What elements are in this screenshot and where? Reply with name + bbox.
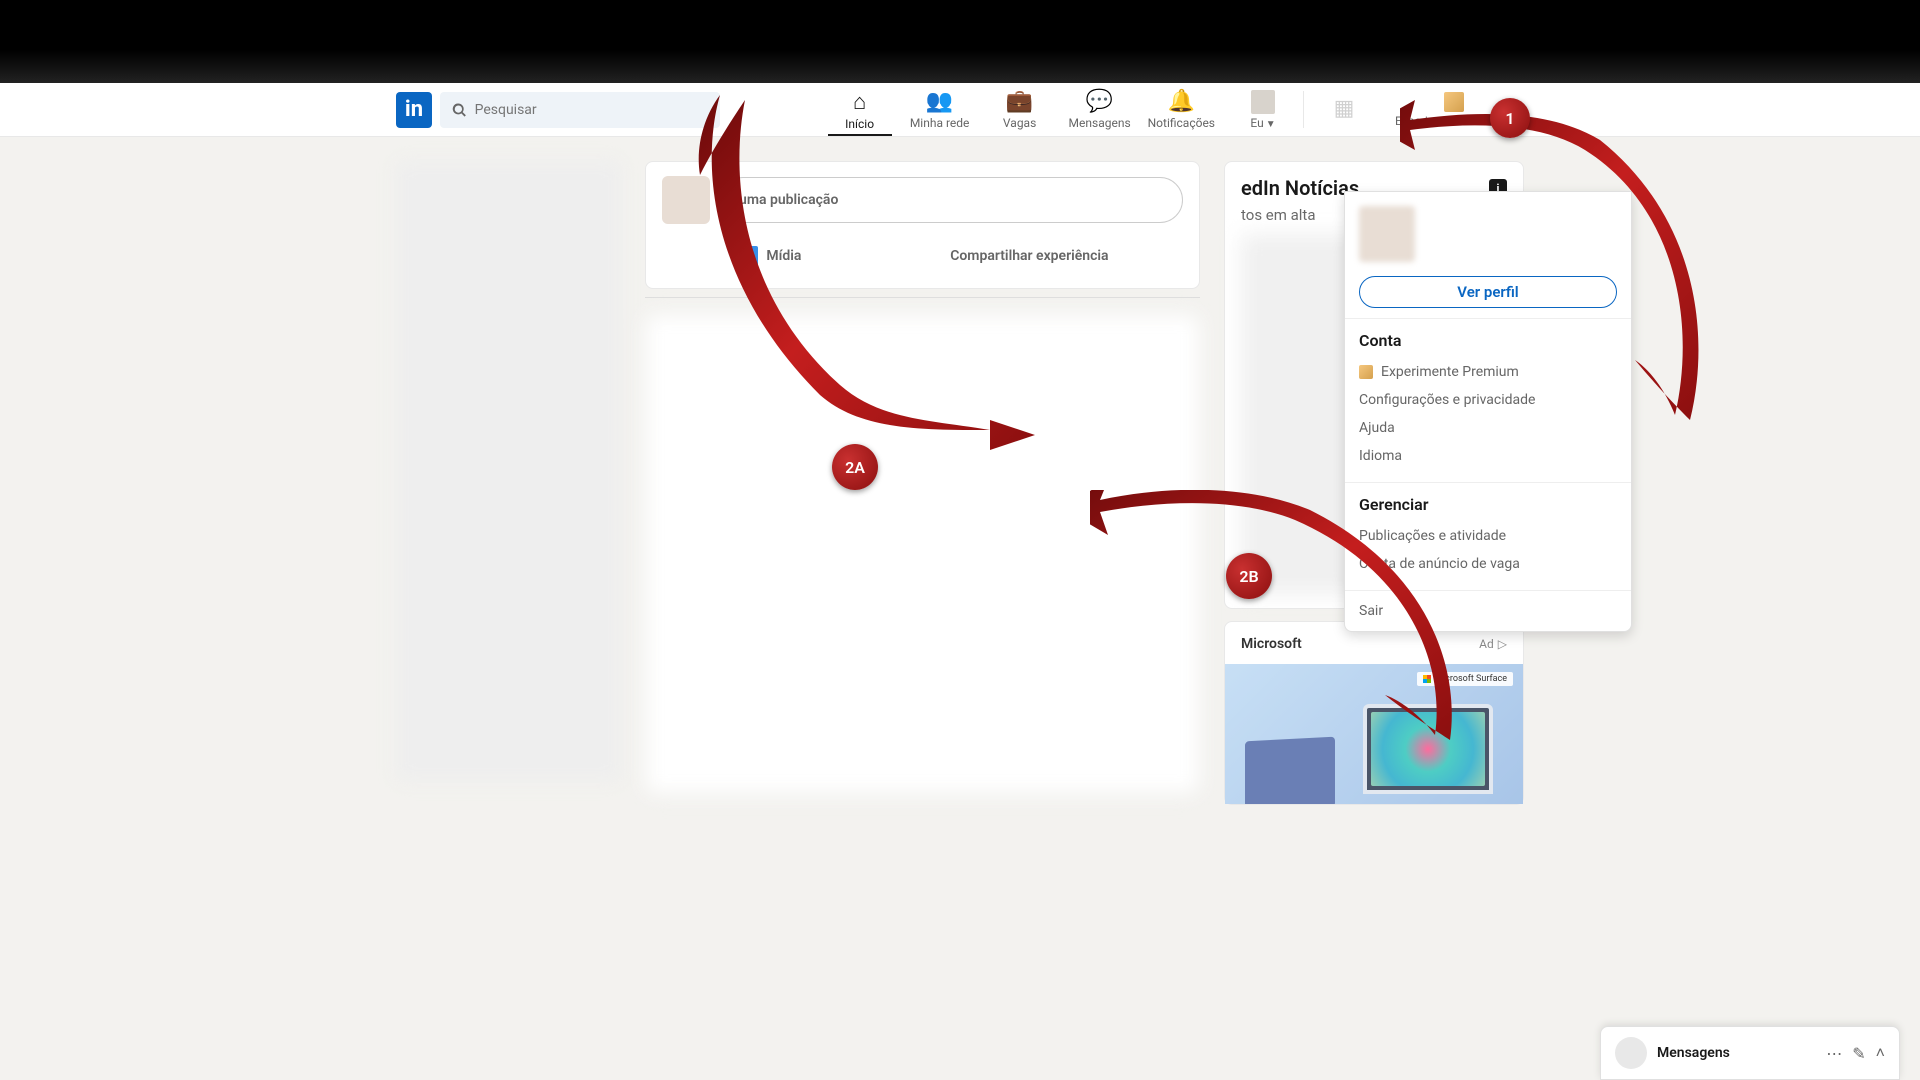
grid-icon: ▦ [1334, 96, 1355, 121]
nav-me-label: Eu▼ [1250, 116, 1275, 130]
ad-header: Microsoft Ad ▷ [1241, 636, 1507, 652]
left-sidebar [396, 161, 621, 781]
annotation-step-2b: 2B [1226, 553, 1272, 599]
dropdown-posts-activity-link[interactable]: Publicações e atividade [1359, 522, 1617, 550]
page-wrapper: in ⌂ Início 👥 Minha rede 💼 Vagas [0, 83, 1920, 1080]
dropdown-avatar[interactable] [1359, 206, 1415, 262]
nav-messaging-label: Mensagens [1069, 116, 1131, 130]
dropdown-manage-title: Gerenciar [1359, 495, 1617, 514]
messaging-overlay[interactable]: Mensagens ⋯ ✎ ˄ [1600, 1026, 1900, 1080]
more-icon[interactable]: ⋯ [1826, 1044, 1842, 1063]
microsoft-logo-icon [1423, 675, 1431, 683]
me-dropdown: Ver perfil Conta Experimente Premium Con… [1344, 191, 1632, 632]
ad-label: Ad ▷ [1479, 637, 1507, 651]
ad-device-left [1245, 737, 1335, 804]
compose-card: uma publicação Mídia Compartilhar experi… [645, 161, 1200, 289]
messaging-title: Mensagens [1657, 1045, 1816, 1061]
compose-media-label: Mídia [766, 248, 801, 264]
linkedin-logo[interactable]: in [396, 92, 432, 128]
compose-actions: Mídia Compartilhar experiência [662, 238, 1183, 274]
compose-share-label: Compartilhar experiência [950, 248, 1108, 264]
ad-device-right [1363, 704, 1493, 794]
messaging-avatar [1615, 1037, 1647, 1069]
image-icon [736, 246, 758, 266]
ad-card[interactable]: Microsoft Ad ▷ Microsoft Surface [1224, 621, 1524, 805]
view-profile-button[interactable]: Ver perfil [1359, 276, 1617, 308]
compose-row: uma publicação [662, 176, 1183, 224]
annotation-step-2a: 2A [832, 444, 878, 490]
center-feed: uma publicação Mídia Compartilhar experi… [645, 161, 1200, 805]
dropdown-job-account-link[interactable]: Conta de anúncio de vaga [1359, 550, 1617, 578]
dropdown-profile-header [1345, 192, 1631, 276]
top-black-bar [0, 0, 1920, 83]
nav-me[interactable]: Eu▼ [1223, 83, 1303, 136]
dropdown-premium-link[interactable]: Experimente Premium [1359, 358, 1617, 386]
main-area: uma publicação Mídia Compartilhar experi… [0, 137, 1920, 1080]
global-header: in ⌂ Início 👥 Minha rede 💼 Vagas [0, 83, 1920, 137]
feed-divider [645, 297, 1200, 298]
primary-nav: ⌂ Início 👥 Minha rede 💼 Vagas 💬 Mensagen… [820, 83, 1524, 136]
compose-input[interactable]: uma publicação [720, 177, 1183, 223]
briefcase-icon: 💼 [1006, 89, 1033, 114]
people-icon: 👥 [926, 89, 953, 114]
avatar-icon [1251, 90, 1275, 114]
header-inner: in ⌂ Início 👥 Minha rede 💼 Vagas [396, 83, 1524, 136]
bell-icon: 🔔 [1168, 89, 1195, 114]
dropdown-section-account: Conta Experimente Premium Configurações … [1345, 318, 1631, 482]
feed-post-blurred [645, 314, 1200, 794]
ad-choices-icon[interactable]: ▷ [1498, 637, 1507, 651]
premium-square-icon [1359, 365, 1373, 379]
search-icon [452, 102, 467, 118]
compose-media-button[interactable]: Mídia [724, 238, 813, 274]
premium-badge-icon [1444, 92, 1464, 112]
chevron-up-icon[interactable]: ˄ [1876, 1043, 1885, 1063]
ad-image: Microsoft Surface [1225, 664, 1523, 804]
dropdown-language-link[interactable]: Idioma [1359, 442, 1617, 470]
search-box[interactable] [440, 92, 720, 128]
dropdown-section-signout: Sair [1345, 590, 1631, 631]
annotation-step-1: 1 [1490, 98, 1530, 138]
compose-message-icon[interactable]: ✎ [1852, 1044, 1865, 1063]
speech-bubble-icon: 💬 [1086, 89, 1113, 114]
nav-jobs[interactable]: 💼 Vagas [980, 83, 1060, 136]
nav-notifications-label: Notificações [1148, 116, 1215, 130]
nav-notifications[interactable]: 🔔 Notificações [1140, 83, 1223, 136]
ad-badge: Microsoft Surface [1417, 672, 1513, 686]
dropdown-section-manage: Gerenciar Publicações e atividade Conta … [1345, 482, 1631, 590]
compose-avatar[interactable] [662, 176, 710, 224]
dropdown-settings-link[interactable]: Configurações e privacidade [1359, 386, 1617, 414]
nav-jobs-label: Vagas [1003, 116, 1036, 130]
dropdown-account-title: Conta [1359, 331, 1617, 350]
ad-screen [1371, 712, 1485, 786]
nav-network-label: Minha rede [910, 116, 970, 130]
search-input[interactable] [475, 102, 708, 118]
nav-messaging[interactable]: 💬 Mensagens [1060, 83, 1140, 136]
news-title: edIn Notícias [1241, 176, 1359, 200]
dropdown-signout-link[interactable]: Sair [1359, 601, 1617, 621]
nav-home[interactable]: ⌂ Início [820, 83, 900, 136]
caret-down-icon: ▼ [1266, 119, 1276, 130]
nav-network[interactable]: 👥 Minha rede [900, 83, 980, 136]
compose-share-experience-button[interactable]: Compartilhar experiência [938, 238, 1120, 274]
ad-brand: Microsoft [1241, 636, 1302, 652]
nav-home-label: Início [845, 117, 874, 131]
home-icon: ⌂ [853, 89, 866, 115]
dropdown-help-link[interactable]: Ajuda [1359, 414, 1617, 442]
nav-business[interactable]: ▦ [1304, 83, 1384, 136]
